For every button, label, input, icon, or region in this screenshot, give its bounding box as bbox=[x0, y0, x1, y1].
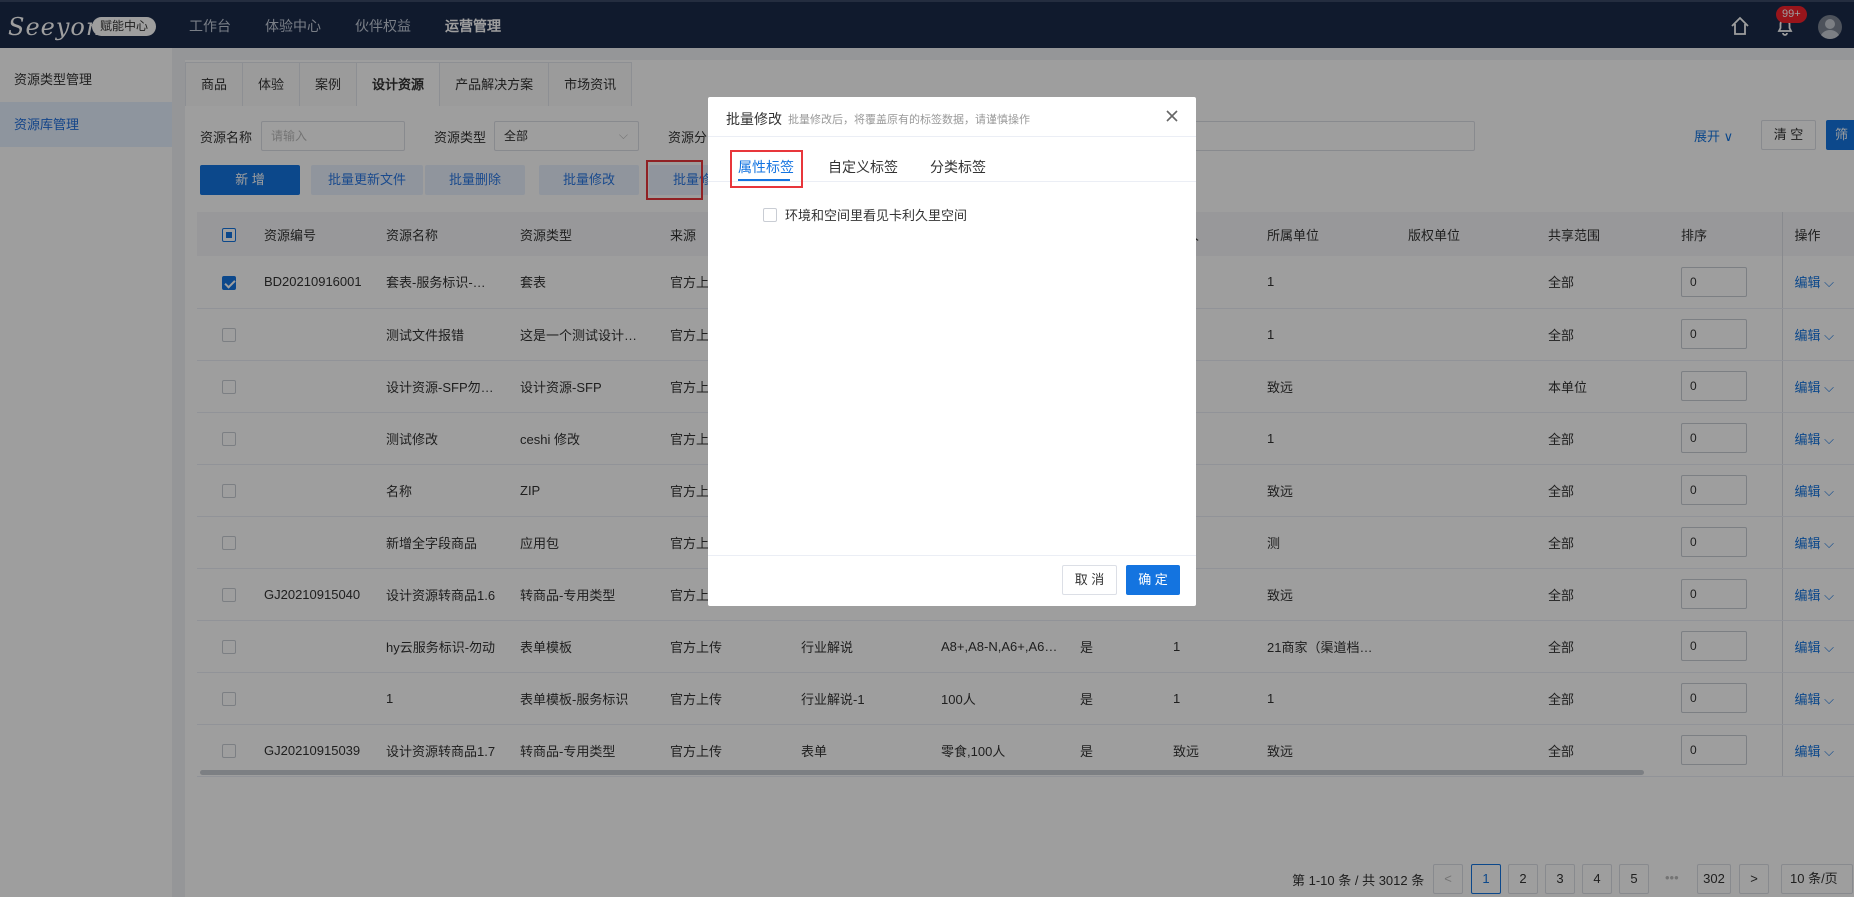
tag-option-checkbox[interactable] bbox=[763, 207, 777, 222]
close-icon[interactable] bbox=[1164, 108, 1180, 124]
dialog-tab-category-tags[interactable]: 分类标签 bbox=[930, 157, 986, 177]
dialog-title: 批量修改 bbox=[726, 111, 782, 127]
highlight-box bbox=[730, 150, 803, 188]
tag-option-label: 环境和空间里看见卡利久里空间 bbox=[785, 208, 968, 223]
dialog-subtitle: 批量修改后，将覆盖原有的标签数据，请谨慎操作 bbox=[788, 114, 1030, 126]
dialog-tab-custom-tags[interactable]: 自定义标签 bbox=[828, 157, 898, 177]
confirm-button[interactable]: 确 定 bbox=[1126, 565, 1180, 595]
dialog-footer-divider bbox=[708, 555, 1196, 556]
cancel-button[interactable]: 取 消 bbox=[1062, 565, 1117, 595]
batch-edit-dialog: 批量修改 批量修改后，将覆盖原有的标签数据，请谨慎操作 属性标签 自定义标签 分… bbox=[708, 97, 1196, 606]
tag-option[interactable]: 环境和空间里看见卡利久里空间 bbox=[763, 205, 967, 224]
dialog-header: 批量修改 批量修改后，将覆盖原有的标签数据，请谨慎操作 bbox=[708, 97, 1196, 137]
